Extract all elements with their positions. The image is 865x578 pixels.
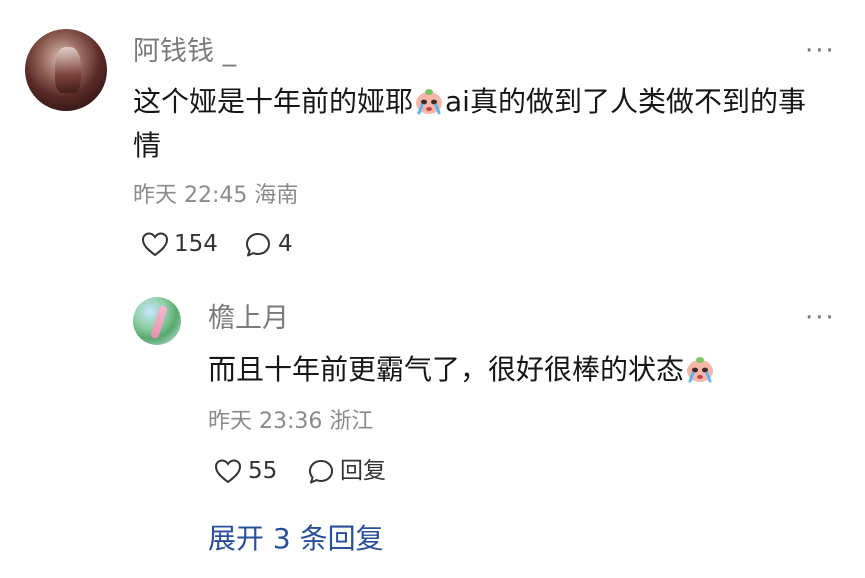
reply-text-part1: 而且十年前更霸气了，很好很棒的状态 [208,353,685,386]
crying-face-emoji-icon [416,89,443,115]
comment-username[interactable]: 阿钱钱 _ [133,38,236,65]
expand-replies-link[interactable]: 展开 3 条回复 [208,525,384,553]
reply-count: 4 [278,231,293,257]
comment-timestamp: 昨天 22:45 [133,183,248,208]
comment-text-line2: 情 [133,129,162,162]
comment-bubble-icon[interactable] [307,458,335,486]
comment-text: 这个娅是十年前的娅耶 ai真的做到了人类做不到的事 情 [133,80,853,168]
comment-meta: 昨天 22:45 海南 [133,185,298,207]
crying-face-emoji-icon [687,357,714,383]
comment-text-part2: ai真的做到了人类做不到的事 [445,85,806,118]
avatar[interactable] [25,29,107,111]
reply-like-count: 55 [248,458,278,484]
reply-timestamp: 昨天 23:36 [208,409,323,434]
reply-avatar[interactable] [133,297,181,345]
avatar-figure [55,47,81,93]
reply-button[interactable]: 回复 [340,460,386,483]
like-icon[interactable] [214,458,242,484]
more-dots-icon[interactable]: ··· [805,305,836,331]
reply-username[interactable]: 檐上月 [208,305,289,332]
like-icon[interactable] [141,231,169,257]
like-count: 154 [174,231,218,257]
comment-bubble-icon[interactable] [244,231,272,259]
reply-text: 而且十年前更霸气了，很好很棒的状态 [208,348,848,392]
reply-location: 浙江 [329,409,374,434]
reply-meta: 昨天 23:36 浙江 [208,411,373,433]
more-dots-icon[interactable]: ··· [805,38,836,64]
comment-text-part1: 这个娅是十年前的娅耶 [133,85,414,118]
avatar-figure [149,304,169,340]
comment-location: 海南 [254,183,299,208]
